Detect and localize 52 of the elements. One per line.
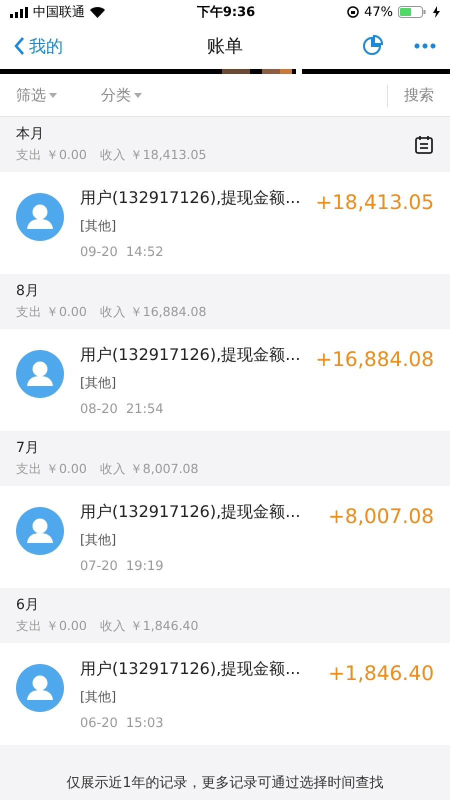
battery-percent: 47% (364, 4, 393, 20)
clock-time: 下午9:36 (196, 4, 256, 21)
footer-note: 仅展示近1年的记录，更多记录可通过选择时间查找 (66, 774, 384, 792)
bill-title: 用户(132917126),提现金额... (80, 188, 300, 209)
battery-icon (398, 6, 428, 18)
month-summary: 支出 ￥0.00 收入 ￥8,007.08 (16, 461, 198, 478)
search-button[interactable]: 搜索 (387, 84, 434, 106)
wifi-icon (90, 6, 105, 18)
calendar-icon[interactable] (414, 134, 434, 154)
bill-time: 06-20 15:03 (80, 716, 165, 731)
back-link[interactable]: 我的 (14, 34, 63, 58)
avatar-icon (16, 507, 64, 555)
carrier-name: 中国联通 (33, 4, 85, 21)
bill-amount: +16,884.08 (315, 347, 434, 371)
bill-category: [其他] (80, 218, 118, 235)
month-summary: 支出 ￥0.00 收入 ￥1,846.40 (16, 618, 198, 635)
signal-icon (10, 6, 28, 18)
avatar-icon (16, 664, 64, 712)
bill-category: [其他] (80, 532, 118, 549)
bill-row[interactable]: 用户(132917126),提现金额... [其他] 08-20 21:54 +16,884.08 (0, 329, 450, 431)
avatar-icon (16, 193, 64, 241)
month-title: 6月 (16, 596, 40, 614)
more-icon[interactable] (414, 43, 436, 49)
month-summary: 支出 ￥0.00 收入 ￥16,884.08 (16, 304, 206, 321)
month-title: 8月 (16, 282, 40, 300)
bill-category: [其他] (80, 689, 118, 706)
bill-row[interactable]: 用户(132917126),提现金额... [其他] 06-20 15:03 +1,846.40 (0, 643, 450, 745)
filter-dropdown[interactable]: 分类 (101, 86, 142, 105)
bill-amount: +8,007.08 (328, 504, 434, 528)
bill-category: [其他] (80, 375, 118, 392)
bill-amount: +18,413.05 (315, 190, 434, 214)
charging-icon (433, 6, 440, 18)
month-title: 7月 (16, 439, 40, 457)
rotation-lock-icon (347, 6, 360, 18)
bill-title: 用户(132917126),提现金额... (80, 659, 302, 680)
bill-time: 09-20 14:52 (80, 245, 165, 260)
bill-row[interactable]: 用户(132917126),提现金额... [其他] 09-20 14:52 +18,413.05 (0, 172, 450, 274)
bill-row[interactable]: 用户(132917126),提现金额... [其他] 07-20 19:19 +8,007.08 (0, 486, 450, 588)
bill-amount: +1,846.40 (328, 661, 434, 685)
bill-title: 用户(132917126),提现金额... (80, 502, 302, 523)
pie-chart-icon[interactable] (362, 35, 384, 57)
filter-dropdown[interactable]: 筛选 (16, 86, 57, 105)
page-title: 账单 (207, 35, 243, 58)
month-summary: 支出 ￥0.00 收入 ￥18,413.05 (16, 147, 206, 164)
bill-time: 08-20 21:54 (80, 402, 165, 417)
chevron-left-icon (14, 37, 25, 55)
dropdown-caret-icon (49, 93, 57, 98)
dropdown-caret-icon (134, 93, 142, 98)
month-title: 本月 (16, 125, 45, 143)
avatar-icon (16, 350, 64, 398)
bill-title: 用户(132917126),提现金额... (80, 345, 300, 366)
bill-time: 07-20 19:19 (80, 559, 165, 574)
